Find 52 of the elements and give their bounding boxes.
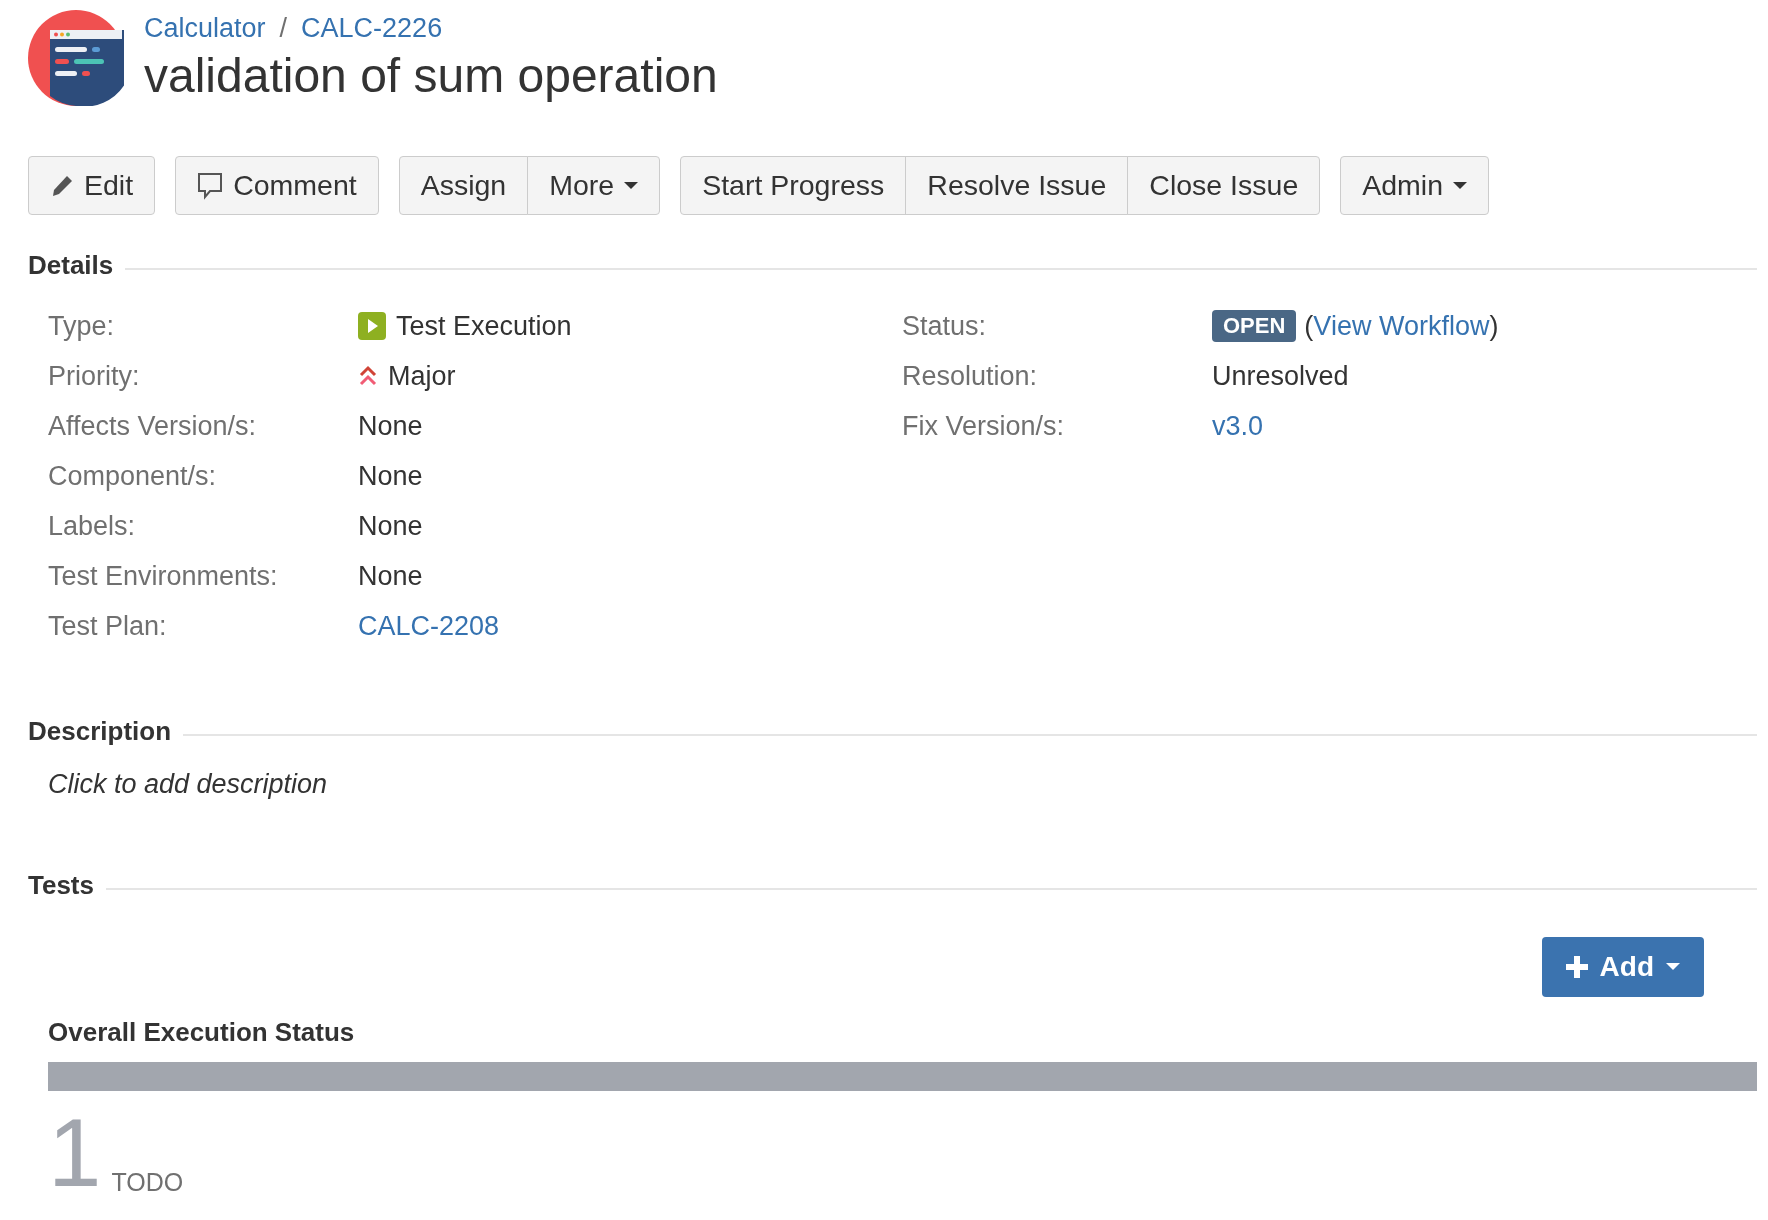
field-value: None — [358, 560, 423, 592]
toolbar-button[interactable]: Assign — [398, 156, 529, 215]
field-link[interactable]: v3.0 — [1212, 410, 1264, 442]
toolbar-button[interactable]: Admin — [1340, 156, 1490, 215]
field-value: None — [358, 510, 423, 542]
field-label: Test Plan: — [48, 610, 168, 642]
section-heading: Description — [28, 716, 172, 747]
double-chevron-icon — [358, 365, 378, 387]
speech-bubble-icon — [197, 171, 224, 200]
toolbar-button[interactable]: Edit — [28, 156, 156, 215]
status-count: 1 — [48, 1105, 102, 1201]
caret-icon — [1453, 181, 1468, 190]
workflow-link[interactable]: View Workflow — [1313, 310, 1490, 342]
field-link[interactable]: CALC-2208 — [358, 610, 500, 642]
caret-icon — [1666, 963, 1680, 971]
plus-icon — [1565, 956, 1588, 978]
execution-status-title: Overall Execution Status — [48, 1017, 356, 1048]
toolbar-button[interactable]: Start Progress — [680, 156, 907, 215]
toolbar-button[interactable]: Close Issue — [1127, 156, 1321, 215]
field-label: Priority: — [48, 360, 141, 392]
status-lozenge: OPEN — [1212, 310, 1297, 342]
field-label: Type: — [48, 310, 116, 342]
field-value: Test Execution — [396, 310, 572, 342]
field-label: Fix Version/s: — [902, 410, 1066, 442]
breadcrumb-link[interactable]: CALC-2226 — [301, 13, 443, 44]
caret-icon — [624, 181, 639, 190]
field-value: None — [358, 410, 423, 442]
play-icon — [358, 312, 386, 340]
toolbar-button[interactable]: Comment — [175, 156, 379, 215]
field-label: Component/s: — [48, 460, 218, 492]
field-label: Status: — [902, 310, 988, 342]
field-label: Resolution: — [902, 360, 1039, 392]
breadcrumb-separator: / — [279, 13, 288, 44]
toolbar-button[interactable]: Resolve Issue — [905, 156, 1129, 215]
field-value: Unresolved — [1212, 360, 1349, 392]
description-placeholder[interactable]: Click to add description — [48, 769, 1757, 800]
project-avatar-icon — [28, 10, 124, 106]
field-value: None — [358, 460, 423, 492]
issue-title: validation of sum operation — [144, 48, 718, 103]
field-label: Test Environments: — [48, 560, 279, 592]
add-button[interactable]: Add — [1541, 937, 1704, 997]
section-heading: Details — [28, 250, 114, 281]
breadcrumb-link[interactable]: Calculator — [144, 13, 266, 44]
field-label: Labels: — [48, 510, 137, 542]
toolbar-button[interactable]: More — [527, 156, 661, 215]
parenthesis: ( — [1304, 310, 1314, 342]
field-value: Major — [388, 360, 456, 392]
status-label: TODO — [111, 1168, 184, 1197]
section-heading: Tests — [28, 870, 94, 901]
field-label: Affects Version/s: — [48, 410, 258, 442]
pencil-icon — [50, 173, 74, 198]
parenthesis: ) — [1489, 310, 1499, 342]
